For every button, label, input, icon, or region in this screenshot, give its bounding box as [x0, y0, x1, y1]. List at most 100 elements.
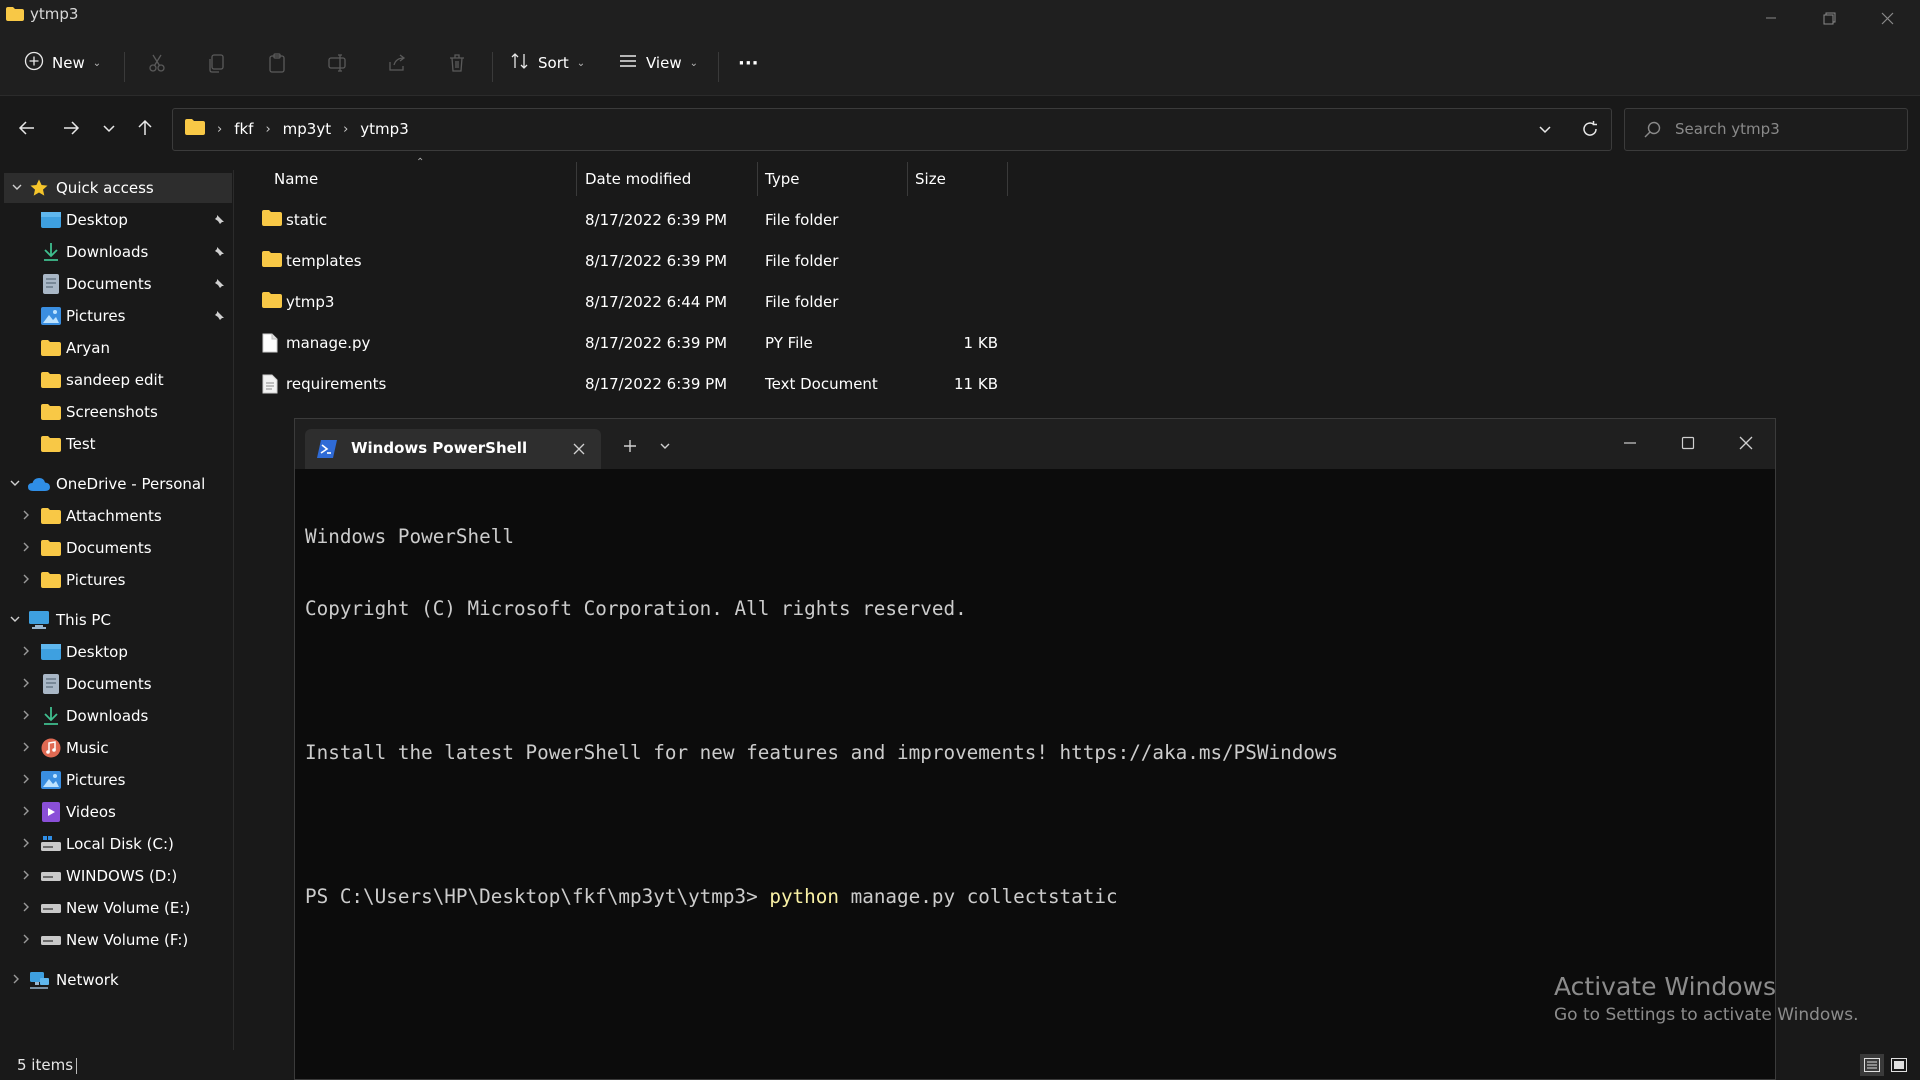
- sidebar-item-screenshots[interactable]: Screenshots: [0, 397, 232, 427]
- file-row[interactable]: requirements 8/17/2022 6:39 PM Text Docu…: [256, 365, 1016, 403]
- sidebar-item-onedrive-pictures[interactable]: Pictures: [0, 565, 232, 595]
- up-arrow-icon[interactable]: [132, 115, 158, 141]
- chevron-right-icon[interactable]: [18, 869, 34, 884]
- more-options-button[interactable]: ···: [738, 46, 759, 80]
- tiles-view-icon[interactable]: [1887, 1054, 1911, 1076]
- column-header-name[interactable]: Name: [274, 160, 318, 198]
- sidebar-item-attachments[interactable]: Attachments: [0, 501, 232, 531]
- chevron-right-icon[interactable]: [18, 509, 34, 524]
- terminal-tab[interactable]: Windows PowerShell: [305, 429, 601, 469]
- restore-button[interactable]: [1800, 0, 1858, 36]
- chevron-down-icon[interactable]: [7, 613, 23, 628]
- terminal-command-line[interactable]: PS C:\Users\HP\Desktop\fkf\mp3yt\ytmp3> …: [305, 885, 1765, 909]
- sidebar-item-pc-desktop[interactable]: Desktop: [0, 637, 232, 667]
- details-view-icon[interactable]: [1860, 1054, 1884, 1076]
- sidebar-item-windows-d[interactable]: WINDOWS (D:): [0, 861, 232, 891]
- file-row[interactable]: static 8/17/2022 6:39 PM File folder: [256, 201, 1016, 239]
- pin-icon[interactable]: [212, 213, 226, 227]
- rename-icon[interactable]: [323, 49, 351, 77]
- chevron-down-icon[interactable]: [7, 477, 23, 492]
- sidebar-item-desktop[interactable]: Desktop: [0, 205, 232, 235]
- terminal-minimize-button[interactable]: [1601, 425, 1659, 461]
- terminal-output[interactable]: Windows PowerShell Copyright (C) Microso…: [305, 477, 1765, 1069]
- view-button[interactable]: View ⌄: [618, 46, 698, 80]
- minimize-button[interactable]: [1742, 0, 1800, 36]
- chevron-down-icon[interactable]: [9, 181, 25, 196]
- sidebar-item-local-disk-c[interactable]: Local Disk (C:): [0, 829, 232, 859]
- chevron-right-icon[interactable]: [18, 573, 34, 588]
- chevron-right-icon[interactable]: [18, 933, 34, 948]
- paste-icon[interactable]: [263, 49, 291, 77]
- pin-icon[interactable]: [212, 245, 226, 259]
- sidebar-item-videos[interactable]: Videos: [0, 797, 232, 827]
- sidebar-item-new-volume-e[interactable]: New Volume (E:): [0, 893, 232, 923]
- sidebar-item-downloads[interactable]: Downloads: [0, 237, 232, 267]
- copy-icon[interactable]: [203, 49, 231, 77]
- column-divider[interactable]: [907, 162, 908, 196]
- sidebar-item-documents[interactable]: Documents: [0, 269, 232, 299]
- recent-locations-chevron-icon[interactable]: [96, 115, 122, 141]
- new-tab-plus-icon[interactable]: [615, 431, 645, 461]
- share-icon[interactable]: [383, 49, 411, 77]
- pin-icon[interactable]: [212, 277, 226, 291]
- chevron-right-icon[interactable]: [18, 837, 34, 852]
- sidebar-item-network[interactable]: Network: [0, 965, 232, 995]
- sidebar-item-this-pc[interactable]: This PC: [0, 605, 232, 635]
- chevron-right-icon[interactable]: [8, 973, 24, 988]
- breadcrumb-item[interactable]: mp3yt: [283, 120, 331, 138]
- terminal-close-button[interactable]: [1717, 425, 1775, 461]
- sort-button[interactable]: Sort ⌄: [510, 46, 585, 80]
- terminal-maximize-button[interactable]: [1659, 425, 1717, 461]
- breadcrumb-item[interactable]: ytmp3: [360, 120, 408, 138]
- file-date: 8/17/2022 6:39 PM: [585, 252, 728, 270]
- chevron-right-icon[interactable]: [18, 677, 34, 692]
- forward-arrow-icon[interactable]: [58, 115, 84, 141]
- cut-icon[interactable]: [143, 49, 171, 77]
- back-arrow-icon[interactable]: [14, 115, 40, 141]
- file-row[interactable]: templates 8/17/2022 6:39 PM File folder: [256, 242, 1016, 280]
- column-header-size[interactable]: Size: [915, 160, 946, 198]
- sidebar-item-new-volume-f[interactable]: New Volume (F:): [0, 925, 232, 955]
- sidebar-item-pc-documents[interactable]: Documents: [0, 669, 232, 699]
- chevron-right-icon[interactable]: [18, 541, 34, 556]
- column-divider[interactable]: [1007, 162, 1008, 196]
- file-row[interactable]: ytmp3 8/17/2022 6:44 PM File folder: [256, 283, 1016, 321]
- chevron-right-icon[interactable]: [18, 645, 34, 660]
- sidebar-item-sandeep-edit[interactable]: sandeep edit: [0, 365, 232, 395]
- column-header-type[interactable]: Type: [765, 160, 799, 198]
- sidebar-item-pictures[interactable]: Pictures: [0, 301, 232, 331]
- sidebar-item-onedrive[interactable]: OneDrive - Personal: [0, 469, 232, 499]
- sidebar-item-pc-pictures[interactable]: Pictures: [0, 765, 232, 795]
- column-divider[interactable]: [757, 162, 758, 196]
- chevron-right-icon[interactable]: [18, 773, 34, 788]
- breadcrumb-item[interactable]: fkf: [234, 120, 253, 138]
- chevron-right-icon[interactable]: [18, 805, 34, 820]
- pin-icon[interactable]: [212, 309, 226, 323]
- delete-icon[interactable]: [443, 49, 471, 77]
- sidebar-label: This PC: [56, 611, 111, 629]
- search-box[interactable]: Search ytmp3: [1624, 108, 1908, 151]
- chevron-right-icon[interactable]: [18, 901, 34, 916]
- powershell-terminal-window[interactable]: Windows PowerShell Windows PowerShell Co…: [294, 418, 1776, 1080]
- address-history-chevron-icon[interactable]: [1537, 121, 1553, 141]
- address-bar[interactable]: › fkf › mp3yt › ytmp3: [172, 108, 1612, 151]
- sidebar-item-aryan[interactable]: Aryan: [0, 333, 232, 363]
- sidebar-item-onedrive-documents[interactable]: Documents: [0, 533, 232, 563]
- sidebar-label: WINDOWS (D:): [66, 867, 178, 885]
- chevron-right-icon[interactable]: [18, 741, 34, 756]
- sidebar-item-test[interactable]: Test: [0, 429, 232, 459]
- close-button[interactable]: [1858, 0, 1916, 36]
- sidebar-item-music[interactable]: Music: [0, 733, 232, 763]
- refresh-icon[interactable]: [1581, 120, 1599, 142]
- new-button[interactable]: New ⌄: [24, 46, 101, 80]
- file-row[interactable]: manage.py 8/17/2022 6:39 PM PY File 1 KB: [256, 324, 1016, 362]
- tab-dropdown-chevron-icon[interactable]: [651, 431, 679, 461]
- column-header-date-modified[interactable]: Date modified: [585, 160, 691, 198]
- sidebar-item-pc-downloads[interactable]: Downloads: [0, 701, 232, 731]
- chevron-right-icon[interactable]: [18, 709, 34, 724]
- column-divider[interactable]: [576, 162, 577, 196]
- close-tab-icon[interactable]: [567, 437, 591, 461]
- sidebar-label: Pictures: [66, 307, 126, 325]
- sidebar-item-quick-access[interactable]: Quick access: [4, 173, 232, 203]
